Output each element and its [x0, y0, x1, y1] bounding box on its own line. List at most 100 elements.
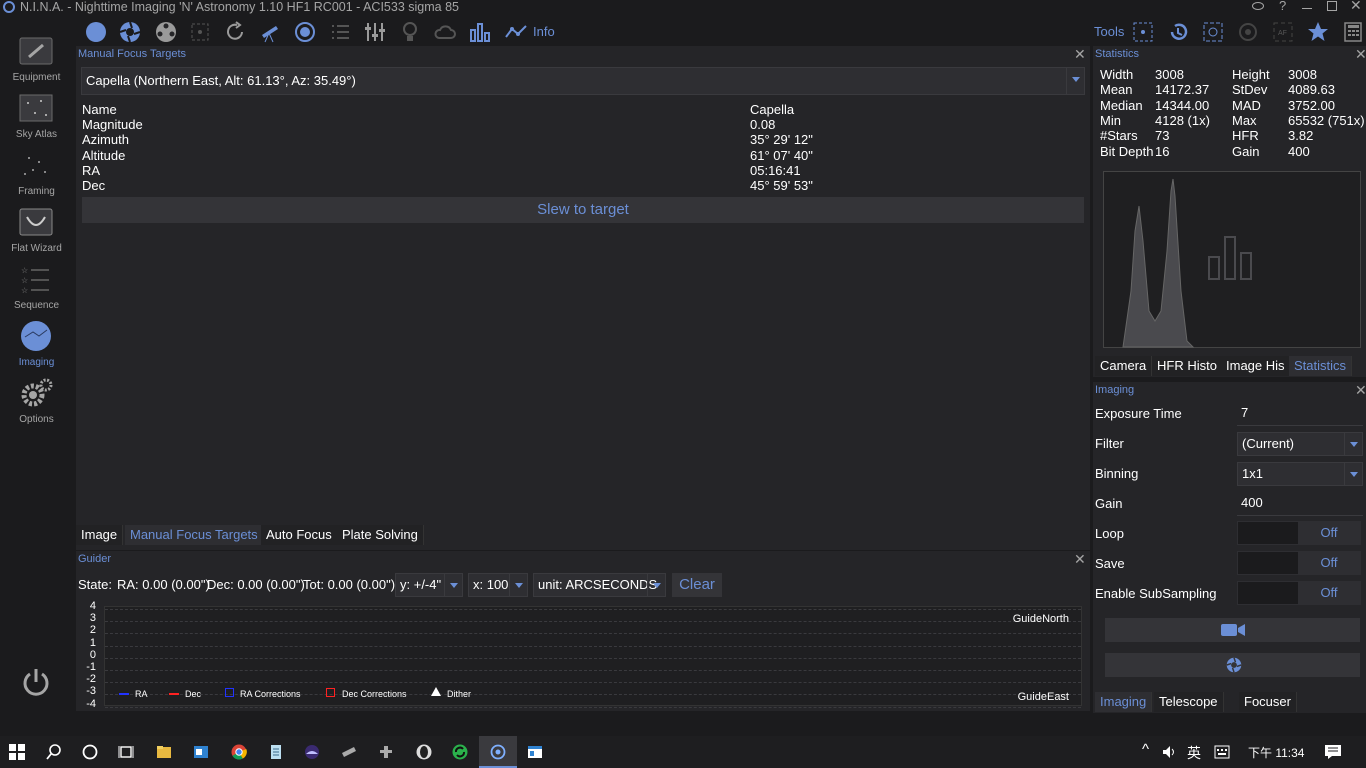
- tab-camera[interactable]: Camera: [1095, 356, 1153, 376]
- tab-image-histogram[interactable]: Image His: [1221, 356, 1291, 376]
- outlook-icon[interactable]: [193, 744, 209, 760]
- sync-app-icon[interactable]: [452, 744, 468, 760]
- clock[interactable]: 下午 11:34: [1248, 744, 1304, 761]
- switch-sliders-icon[interactable]: [364, 21, 386, 43]
- x-scale-select[interactable]: x: 100: [468, 573, 528, 597]
- save-toggle[interactable]: Off: [1237, 551, 1361, 575]
- tab-imaging[interactable]: Imaging: [1095, 692, 1153, 712]
- crosshair-frame-icon[interactable]: [1202, 21, 1224, 43]
- rotator-icon[interactable]: [224, 21, 246, 43]
- info-toolbar-label[interactable]: Info: [533, 24, 555, 39]
- notepad-icon[interactable]: [268, 744, 284, 760]
- grid-line: [105, 657, 1081, 659]
- histogram: [1103, 171, 1361, 348]
- stat-label: StDev: [1232, 82, 1268, 98]
- help-icon[interactable]: ?: [1279, 0, 1286, 13]
- calculator-icon[interactable]: [1342, 21, 1364, 43]
- slew-to-target-button[interactable]: Slew to target: [82, 197, 1084, 223]
- guide-east-label: GuideEast: [1017, 691, 1069, 703]
- tab-auto-focus[interactable]: Auto Focus: [261, 525, 338, 545]
- statistics-bars-icon[interactable]: [469, 21, 491, 43]
- stat-value: 3008: [1155, 67, 1184, 82]
- sidebar-item-imaging[interactable]: Imaging: [0, 317, 73, 374]
- tab-image[interactable]: Image: [76, 525, 124, 545]
- capture-icon[interactable]: [85, 21, 107, 43]
- grid-line: [105, 621, 1081, 623]
- clear-button[interactable]: Clear: [672, 573, 722, 597]
- sidebar-item-flat-wizard[interactable]: Flat Wizard: [0, 203, 73, 260]
- sidebar: Equipment Sky Atlas Framing Flat Wizard …: [0, 14, 73, 736]
- stat-label: Mean: [1100, 82, 1133, 98]
- minimize-icon[interactable]: [1302, 8, 1312, 9]
- sequence-list-icon[interactable]: [329, 21, 351, 43]
- unit-select[interactable]: unit: ARCSECONDS: [533, 573, 666, 597]
- power-icon[interactable]: [22, 667, 50, 697]
- info-graph-icon[interactable]: [504, 21, 528, 43]
- gain-input[interactable]: 400: [1237, 492, 1363, 516]
- filter-select[interactable]: (Current): [1237, 432, 1363, 456]
- exposure-time-label: Exposure Time: [1095, 406, 1182, 421]
- stat-value: 400: [1288, 143, 1310, 159]
- guide-graph: 4 3 2 1 0 -1 -2 -3 -4 GuideNorth GuideEast RA De…: [76, 600, 1090, 710]
- mount-app-icon[interactable]: [378, 744, 394, 760]
- ime-indicator[interactable]: 英: [1187, 743, 1201, 763]
- weather-cloud-icon[interactable]: [434, 21, 456, 43]
- close-icon[interactable]: ✕: [1074, 552, 1086, 566]
- search-icon[interactable]: [46, 744, 62, 760]
- sidebar-item-equipment[interactable]: Equipment: [0, 32, 73, 89]
- loop-toggle[interactable]: Off: [1237, 521, 1361, 545]
- sidebar-item-sequence[interactable]: ☆ ☆ ☆ Sequence: [0, 260, 73, 317]
- windows-start-icon[interactable]: [9, 744, 25, 760]
- telescope-icon[interactable]: [259, 21, 281, 43]
- guider-panel: Guider ✕ State: RA: 0.00 (0.00") Dec: 0.…: [76, 551, 1090, 711]
- phd2-icon[interactable]: [416, 744, 432, 760]
- y-scale-select[interactable]: y: +/-4": [395, 573, 463, 597]
- close-icon[interactable]: ✕: [1074, 47, 1086, 61]
- guider-icon[interactable]: [294, 21, 316, 43]
- snapshot-button[interactable]: [1105, 653, 1360, 677]
- eye-icon[interactable]: [1252, 2, 1264, 10]
- ime-keyboard-icon[interactable]: [1214, 744, 1230, 760]
- filter-wheel-icon[interactable]: [155, 21, 177, 43]
- lightbulb-icon[interactable]: [399, 21, 421, 43]
- tab-statistics[interactable]: Statistics: [1289, 356, 1353, 376]
- focus-target-select[interactable]: Capella (Northern East, Alt: 61.13°, Az:…: [81, 67, 1085, 95]
- subsampling-toggle[interactable]: Off: [1237, 581, 1361, 605]
- file-explorer-icon[interactable]: [156, 744, 172, 760]
- binning-select[interactable]: 1x1: [1237, 462, 1363, 486]
- aperture-icon[interactable]: [119, 21, 141, 43]
- window-app-icon[interactable]: [527, 744, 543, 760]
- tray-chevron-up-icon[interactable]: ^: [1142, 741, 1149, 758]
- tab-plate-solving[interactable]: Plate Solving: [337, 525, 424, 545]
- tab-focuser[interactable]: Focuser: [1239, 692, 1297, 712]
- focuser-icon[interactable]: [189, 21, 211, 43]
- tab-manual-focus-targets[interactable]: Manual Focus Targets: [125, 525, 264, 545]
- start-capture-button[interactable]: [1105, 618, 1360, 642]
- stellarium-icon[interactable]: [304, 744, 320, 760]
- tab-hfr-histo[interactable]: HFR Histo: [1152, 356, 1223, 376]
- exposure-time-input[interactable]: 7: [1237, 402, 1363, 426]
- history-icon[interactable]: [1167, 21, 1189, 43]
- sidebar-item-options[interactable]: Options: [0, 374, 73, 431]
- telescope-app-icon[interactable]: [341, 744, 357, 760]
- close-icon[interactable]: ✕: [1355, 47, 1366, 61]
- close-icon[interactable]: ✕: [1355, 383, 1366, 397]
- sidebar-item-sky-atlas[interactable]: Sky Atlas: [0, 89, 73, 146]
- chrome-icon[interactable]: [231, 744, 247, 760]
- y-tick-label: -2: [86, 673, 96, 686]
- close-window-icon[interactable]: ✕: [1350, 0, 1362, 12]
- notification-icon[interactable]: [1324, 744, 1342, 760]
- star-finder-icon[interactable]: [1132, 21, 1154, 43]
- volume-icon[interactable]: [1162, 745, 1178, 759]
- cortana-icon[interactable]: [82, 744, 98, 760]
- star-icon[interactable]: [1307, 21, 1329, 43]
- maximize-icon[interactable]: [1327, 1, 1337, 11]
- chevron-down-icon: [509, 574, 527, 596]
- taskbar-nina-active[interactable]: [479, 736, 517, 768]
- autofocus-icon[interactable]: AF: [1272, 21, 1294, 43]
- task-view-icon[interactable]: [118, 744, 134, 760]
- stat-value: 3.82: [1288, 128, 1314, 144]
- target-icon[interactable]: [1237, 21, 1259, 43]
- sidebar-item-framing[interactable]: Framing: [0, 146, 73, 203]
- tab-telescope[interactable]: Telescope: [1154, 692, 1224, 712]
